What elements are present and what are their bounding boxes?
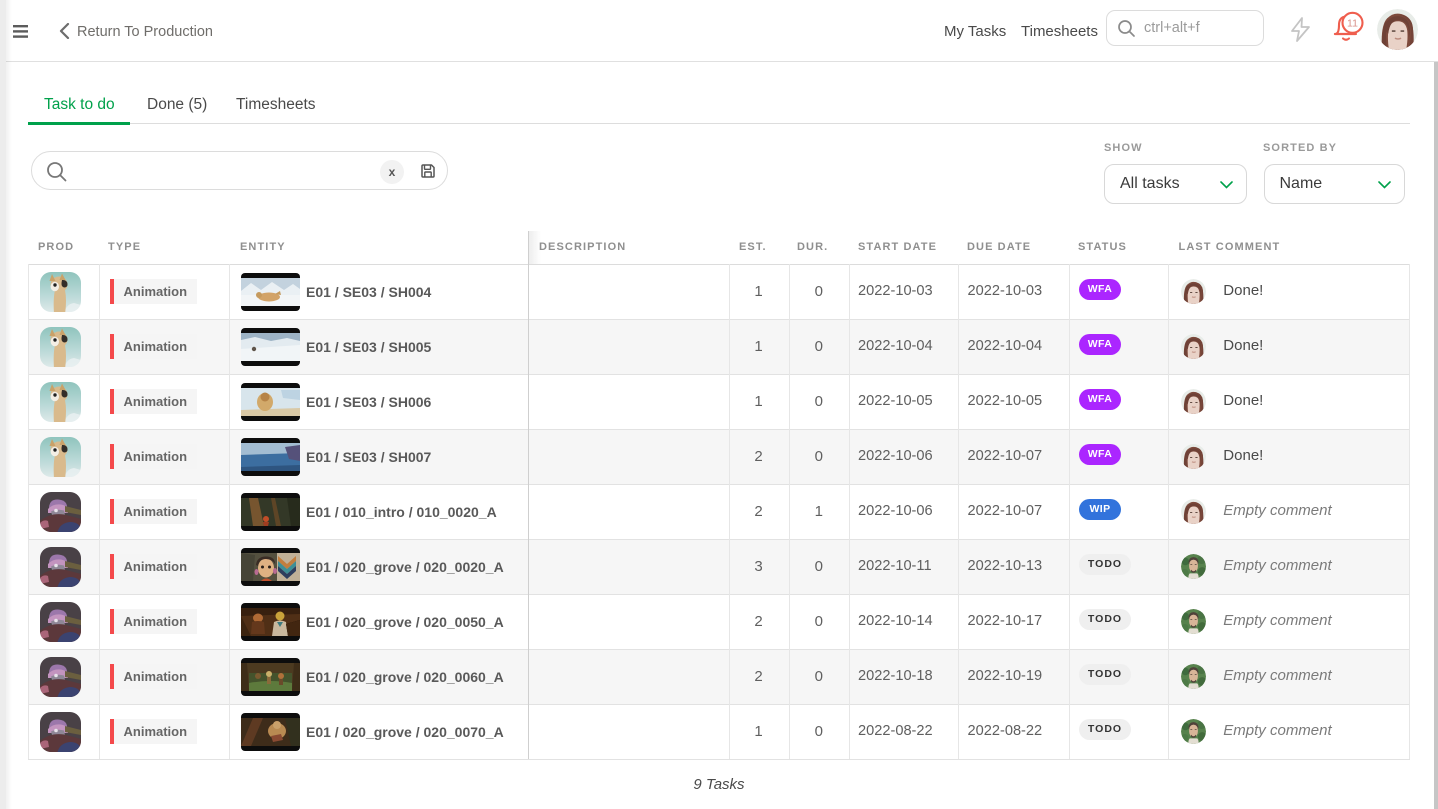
svg-text:11: 11 <box>1347 18 1358 30</box>
